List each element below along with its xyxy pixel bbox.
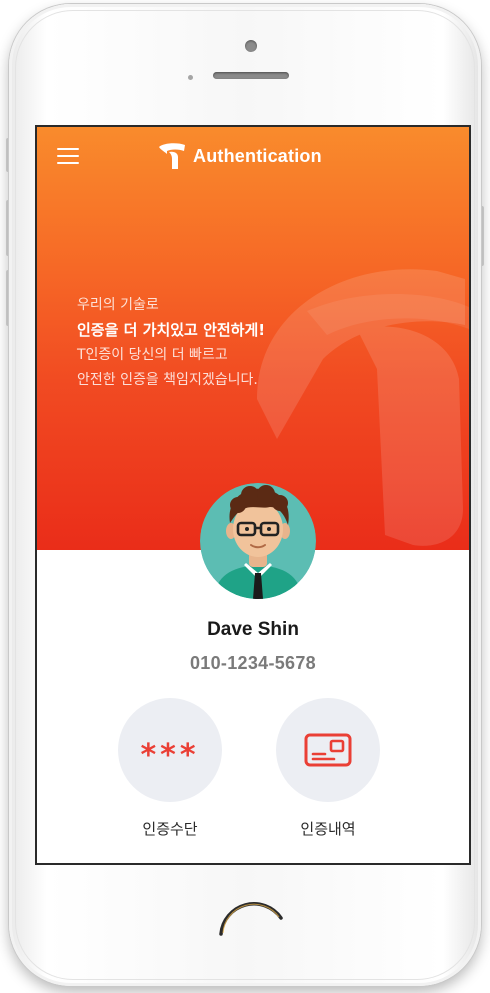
earpiece-speaker <box>213 72 289 79</box>
tagline-line-2: 인증을 더 가치있고 안전하게! <box>77 321 266 339</box>
auth-method-button[interactable]: *** 인증수단 <box>115 698 225 839</box>
proximity-sensor <box>188 75 193 80</box>
phone-mockup: Authentication 우리의 기술로 인증을 더 가치있고 안전하게! … <box>0 0 490 993</box>
password-asterisk-icon: *** <box>140 737 200 773</box>
app-screen: Authentication 우리의 기술로 인증을 더 가치있고 안전하게! … <box>35 125 471 865</box>
user-avatar-icon <box>200 483 316 599</box>
tagline-line-4: 안전한 인증을 책임지겠습니다. <box>77 372 258 388</box>
auth-history-label: 인증내역 <box>300 820 356 838</box>
tagline-line-1: 우리의 기술로 <box>77 297 159 313</box>
auth-method-icon-circle: *** <box>118 698 222 802</box>
auth-method-label: 인증수단 <box>142 820 198 838</box>
auth-history-button[interactable]: 인증내역 <box>273 698 383 839</box>
home-button[interactable] <box>213 876 289 952</box>
user-name: Dave Shin <box>207 619 299 640</box>
hamburger-menu-icon[interactable] <box>57 147 79 165</box>
front-camera <box>245 40 257 52</box>
app-title: Authentication <box>193 145 322 166</box>
t-logo-icon <box>159 143 185 169</box>
user-phone-number: 010-1234-5678 <box>189 653 316 673</box>
app-header: Authentication <box>157 140 322 172</box>
tagline-line-3: T인증이 당신의 더 빠르고 <box>77 347 228 363</box>
auth-history-icon-circle <box>276 698 380 802</box>
hero-tagline: 우리의 기술로 인증을 더 가치있고 안전하게! T인증이 당신의 더 빠르고 … <box>77 293 265 393</box>
card-history-icon <box>304 733 352 767</box>
